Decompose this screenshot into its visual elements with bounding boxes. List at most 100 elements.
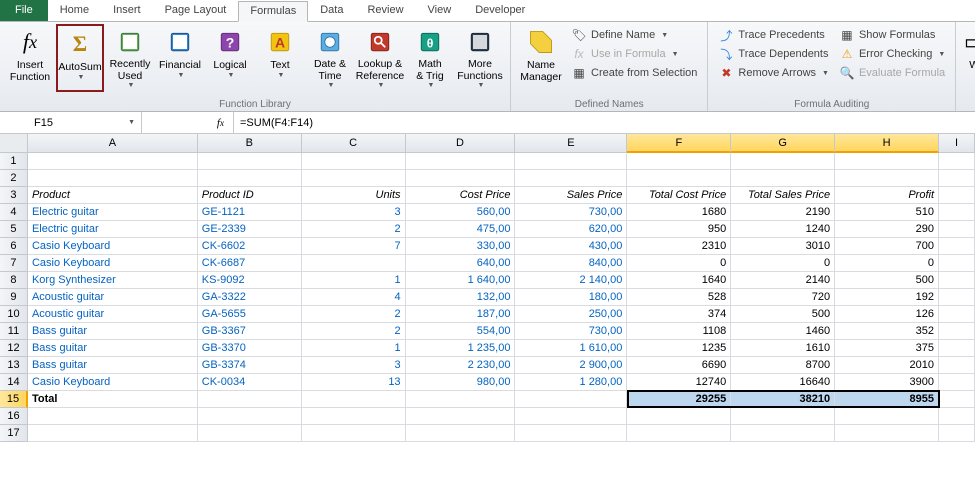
tab-page-layout[interactable]: Page Layout xyxy=(153,0,239,21)
cell-I1[interactable] xyxy=(939,153,975,170)
cell-G7[interactable]: 0 xyxy=(731,255,835,272)
cell-C2[interactable] xyxy=(302,170,406,187)
cell-E6[interactable]: 430,00 xyxy=(515,238,627,255)
cell-F16[interactable] xyxy=(627,408,731,425)
cell-I7[interactable] xyxy=(939,255,975,272)
cell-E3[interactable]: Sales Price xyxy=(515,187,627,204)
cell-B15[interactable] xyxy=(198,391,302,408)
cell-A3[interactable]: Product xyxy=(28,187,198,204)
row-header-2[interactable]: 2 xyxy=(0,170,28,187)
cell-G9[interactable]: 720 xyxy=(731,289,835,306)
row-header-16[interactable]: 16 xyxy=(0,408,28,425)
cell-I5[interactable] xyxy=(939,221,975,238)
cell-B3[interactable]: Product ID xyxy=(198,187,302,204)
recently-used-button[interactable]: Recently Used▼ xyxy=(106,24,154,92)
cell-A5[interactable]: Electric guitar xyxy=(28,221,198,238)
autosum-button[interactable]: Σ AutoSum ▼ xyxy=(56,24,104,92)
cell-C12[interactable]: 1 xyxy=(302,340,406,357)
row-header-7[interactable]: 7 xyxy=(0,255,28,272)
cell-H15[interactable]: 8955 xyxy=(835,391,939,408)
column-header-F[interactable]: F xyxy=(627,134,731,153)
cell-H2[interactable] xyxy=(835,170,939,187)
cell-F15[interactable]: 29255 xyxy=(627,391,731,408)
cell-A4[interactable]: Electric guitar xyxy=(28,204,198,221)
cell-E1[interactable] xyxy=(515,153,627,170)
cell-I16[interactable] xyxy=(939,408,975,425)
logical-button[interactable]: ? Logical▼ xyxy=(206,24,254,92)
tab-home[interactable]: Home xyxy=(48,0,101,21)
cell-C13[interactable]: 3 xyxy=(302,357,406,374)
cell-B1[interactable] xyxy=(198,153,302,170)
cell-B6[interactable]: CK-6602 xyxy=(198,238,302,255)
more-functions-button[interactable]: More Functions▼ xyxy=(456,24,504,92)
cell-E12[interactable]: 1 610,00 xyxy=(515,340,627,357)
cell-I12[interactable] xyxy=(939,340,975,357)
cell-F12[interactable]: 1235 xyxy=(627,340,731,357)
cell-C11[interactable]: 2 xyxy=(302,323,406,340)
cell-G14[interactable]: 16640 xyxy=(731,374,835,391)
cell-D6[interactable]: 330,00 xyxy=(406,238,516,255)
cell-E11[interactable]: 730,00 xyxy=(515,323,627,340)
cell-B5[interactable]: GE-2339 xyxy=(198,221,302,238)
cell-G15[interactable]: 38210 xyxy=(731,391,835,408)
row-header-15[interactable]: 15 xyxy=(0,391,28,408)
cell-H5[interactable]: 290 xyxy=(835,221,939,238)
cell-C5[interactable]: 2 xyxy=(302,221,406,238)
name-box[interactable]: F15 ▼ xyxy=(28,112,142,133)
tab-formulas[interactable]: Formulas xyxy=(238,1,308,22)
tab-review[interactable]: Review xyxy=(355,0,415,21)
cell-G3[interactable]: Total Sales Price xyxy=(731,187,835,204)
dropdown-icon[interactable]: ▼ xyxy=(128,119,135,126)
cell-D9[interactable]: 132,00 xyxy=(406,289,516,306)
tab-insert[interactable]: Insert xyxy=(101,0,153,21)
cell-C6[interactable]: 7 xyxy=(302,238,406,255)
cell-E14[interactable]: 1 280,00 xyxy=(515,374,627,391)
cell-A14[interactable]: Casio Keyboard xyxy=(28,374,198,391)
cell-D8[interactable]: 1 640,00 xyxy=(406,272,516,289)
cell-B12[interactable]: GB-3370 xyxy=(198,340,302,357)
use-in-formula-button[interactable]: fxUse in Formula▼ xyxy=(567,45,701,63)
row-header-4[interactable]: 4 xyxy=(0,204,28,221)
cell-H11[interactable]: 352 xyxy=(835,323,939,340)
cell-F3[interactable]: Total Cost Price xyxy=(627,187,731,204)
cell-F8[interactable]: 1640 xyxy=(627,272,731,289)
cell-D5[interactable]: 475,00 xyxy=(406,221,516,238)
cell-E8[interactable]: 2 140,00 xyxy=(515,272,627,289)
row-header-6[interactable]: 6 xyxy=(0,238,28,255)
cell-A15[interactable]: Total xyxy=(28,391,198,408)
cell-F2[interactable] xyxy=(627,170,731,187)
cell-C17[interactable] xyxy=(302,425,406,442)
remove-arrows-button[interactable]: ✖Remove Arrows▼ xyxy=(714,64,833,82)
cell-A17[interactable] xyxy=(28,425,198,442)
row-header-13[interactable]: 13 xyxy=(0,357,28,374)
cell-I13[interactable] xyxy=(939,357,975,374)
show-formulas-button[interactable]: ▦Show Formulas xyxy=(835,26,949,44)
cell-D4[interactable]: 560,00 xyxy=(406,204,516,221)
cell-A12[interactable]: Bass guitar xyxy=(28,340,198,357)
cell-I3[interactable] xyxy=(939,187,975,204)
cell-F7[interactable]: 0 xyxy=(627,255,731,272)
cell-I10[interactable] xyxy=(939,306,975,323)
cell-C16[interactable] xyxy=(302,408,406,425)
cell-B11[interactable]: GB-3367 xyxy=(198,323,302,340)
cell-H14[interactable]: 3900 xyxy=(835,374,939,391)
cell-H9[interactable]: 192 xyxy=(835,289,939,306)
column-header-B[interactable]: B xyxy=(198,134,302,153)
column-header-H[interactable]: H xyxy=(835,134,939,153)
cell-C10[interactable]: 2 xyxy=(302,306,406,323)
cell-C9[interactable]: 4 xyxy=(302,289,406,306)
cell-A7[interactable]: Casio Keyboard xyxy=(28,255,198,272)
cell-D14[interactable]: 980,00 xyxy=(406,374,516,391)
cell-B17[interactable] xyxy=(198,425,302,442)
row-header-9[interactable]: 9 xyxy=(0,289,28,306)
cell-H13[interactable]: 2010 xyxy=(835,357,939,374)
cell-D7[interactable]: 640,00 xyxy=(406,255,516,272)
cell-G8[interactable]: 2140 xyxy=(731,272,835,289)
cell-I11[interactable] xyxy=(939,323,975,340)
select-all-corner[interactable] xyxy=(0,134,28,153)
cell-G5[interactable]: 1240 xyxy=(731,221,835,238)
cell-H3[interactable]: Profit xyxy=(835,187,939,204)
cell-A10[interactable]: Acoustic guitar xyxy=(28,306,198,323)
cell-B8[interactable]: KS-9092 xyxy=(198,272,302,289)
cell-I14[interactable] xyxy=(939,374,975,391)
